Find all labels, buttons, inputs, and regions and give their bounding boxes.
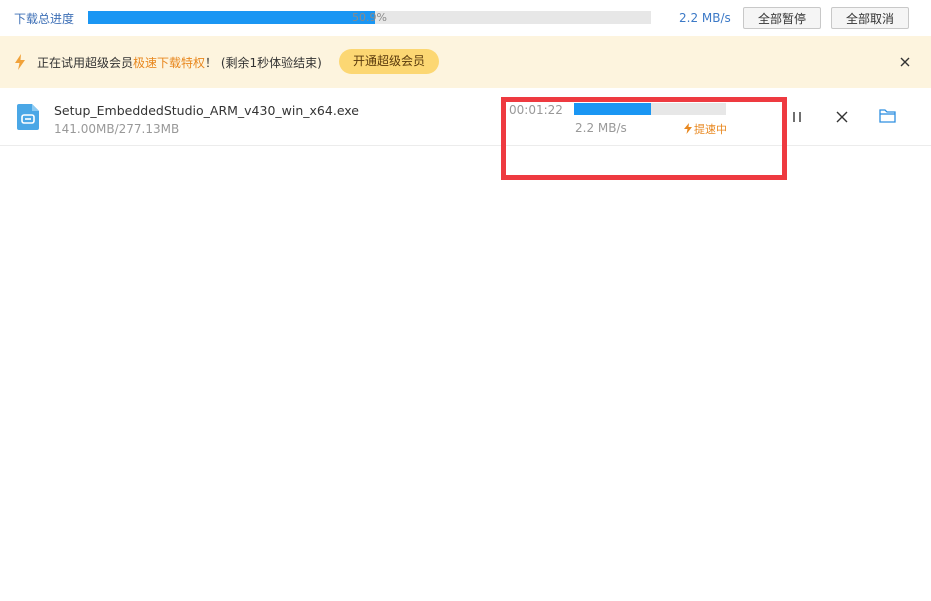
pause-icon[interactable]: [789, 109, 805, 125]
pause-all-button[interactable]: 全部暂停: [743, 7, 821, 29]
total-speed: 2.2 MB/s: [679, 11, 731, 25]
total-progress-percent: 50.9%: [352, 11, 387, 24]
delete-icon[interactable]: [834, 109, 850, 125]
file-icon: [17, 104, 39, 130]
lightning-icon: [15, 54, 25, 70]
open-vip-button[interactable]: 开通超级会员: [339, 49, 439, 74]
folder-icon[interactable]: [879, 108, 896, 123]
file-size: 141.00MB/277.13MB: [54, 122, 180, 136]
download-list-item[interactable]: Setup_EmbeddedStudio_ARM_v430_win_x64.ex…: [0, 88, 931, 146]
vip-trial-banner: 正在试用超级会员极速下载特权！ (剩余1秒体验结束) 开通超级会员: [0, 36, 931, 88]
banner-message: 正在试用超级会员极速下载特权！ (剩余1秒体验结束): [37, 56, 322, 70]
banner-highlight[interactable]: 极速下载特权: [133, 56, 205, 70]
total-progress-track: 50.9%: [88, 11, 651, 24]
highlight-box: [501, 97, 787, 180]
file-name: Setup_EmbeddedStudio_ARM_v430_win_x64.ex…: [54, 103, 359, 118]
cancel-all-button[interactable]: 全部取消: [831, 7, 909, 29]
total-progress-bar-section: 下载总进度 50.9% 2.2 MB/s 全部暂停 全部取消: [0, 0, 931, 36]
close-icon[interactable]: [899, 56, 911, 68]
total-progress-label: 下载总进度: [14, 12, 75, 26]
